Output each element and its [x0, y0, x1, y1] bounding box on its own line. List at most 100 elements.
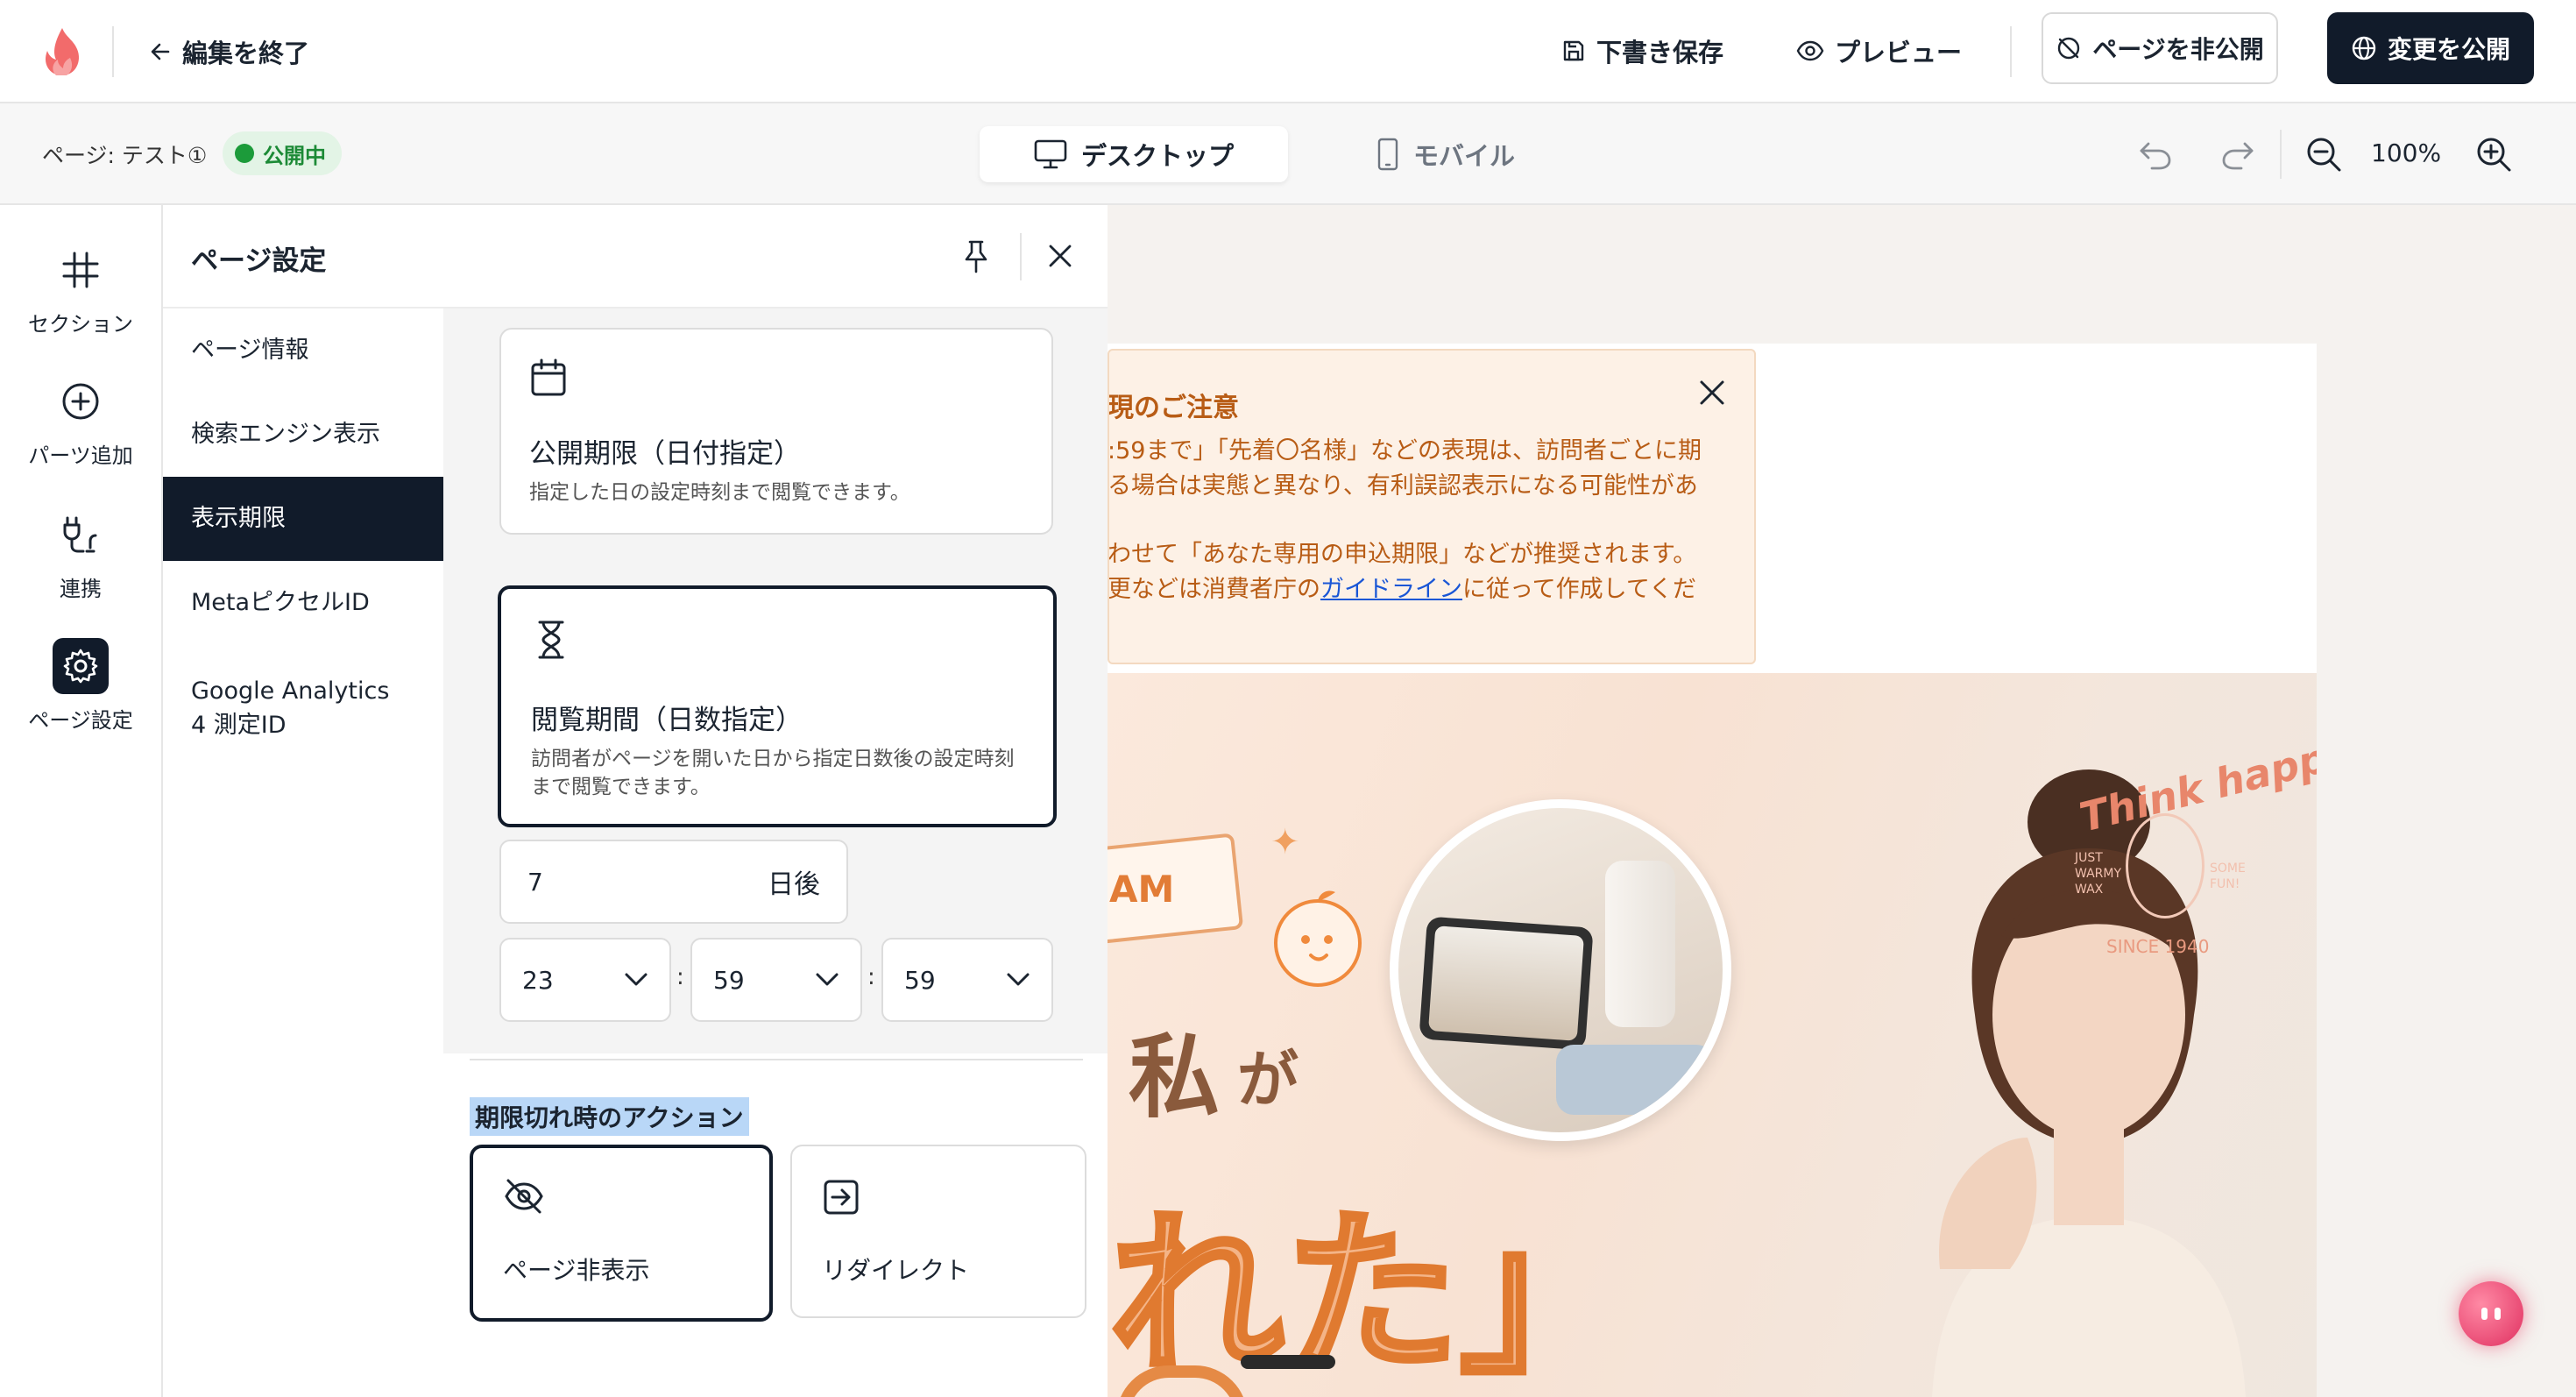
expiry-section-label: 期限切れ時のアクション [470, 1097, 749, 1136]
pin-panel-button[interactable] [952, 231, 1001, 280]
expiry-action-redirect[interactable]: リダイレクト [790, 1145, 1086, 1318]
redo-icon [2220, 138, 2255, 170]
chevron-down-icon [815, 972, 839, 988]
submenu-item-search-engine[interactable]: 検索エンジン表示 [163, 393, 443, 477]
rail-item-label: 連携 [60, 577, 102, 601]
hero-heading-2: れた」 [1108, 1190, 1638, 1397]
time-separator: : [676, 964, 684, 990]
logo-right-text: SOME FUN! [2210, 862, 2246, 892]
rail-item-add-parts[interactable]: パーツ追加 [0, 373, 161, 469]
rail-item-label: ページ設定 [28, 708, 133, 733]
canvas-scroll-handle[interactable] [1241, 1355, 1335, 1369]
app-logo-icon[interactable] [39, 26, 86, 77]
option-description: 訪問者がページを開いた日から指定日数後の設定時刻まで閲覧できます。 [531, 748, 1015, 799]
option-description: 指定した日の設定時刻まで閲覧できます。 [529, 481, 910, 504]
save-draft-label: 下書き保存 [1596, 38, 1724, 67]
globe-icon [2351, 35, 2377, 61]
logo-emblem-icon [2126, 813, 2204, 918]
hour-value: 23 [522, 965, 554, 995]
divider [2280, 130, 2282, 179]
submenu-item-display-period[interactable]: 表示期限 [163, 477, 443, 561]
chat-icon [2481, 1308, 2488, 1320]
rail-item-sections[interactable]: セクション [0, 242, 161, 337]
page-name-label: ページ: テスト① [42, 143, 208, 168]
preview-button[interactable]: プレビュー [1796, 26, 1962, 75]
divider [1020, 233, 1022, 280]
zoom-in-button[interactable] [2469, 130, 2518, 179]
exit-editor-label: 編集を終了 [182, 39, 310, 68]
close-panel-button[interactable] [1036, 231, 1085, 280]
unpublish-page-button[interactable]: ページを非公開 [2042, 12, 2278, 84]
rail-item-integrations[interactable]: 連携 [0, 507, 161, 602]
divider [2010, 26, 2012, 77]
view-desktop-tab[interactable]: デスクトップ [980, 126, 1288, 182]
sparkle-icon: ✦ [1270, 822, 1300, 862]
editor-toolbar: ページ: テスト① 公開中 デスクトップ モバイル 100% [0, 103, 2576, 205]
hero-heading-1b: が [1237, 1044, 1299, 1116]
top-bar: 編集を終了 下書き保存 プレビュー ページを非公開 変更を公開 [0, 0, 2576, 103]
view-desktop-label: デスクトップ [1080, 141, 1234, 171]
zoom-out-icon [2305, 136, 2342, 173]
hero-badge-text: AM [1109, 868, 1175, 911]
option-date-deadline[interactable]: 公開期限（日付指定） 指定した日の設定時刻まで閲覧できます。 [499, 328, 1053, 535]
panel-title: ページ設定 [191, 245, 327, 277]
status-dot [235, 144, 254, 163]
page-settings-panel: ページ設定 ページ情報 検索エンジン表示 表示期限 MetaピクセルID Goo… [163, 205, 1108, 1397]
orange-mascot-icon [1265, 885, 1370, 990]
plug-icon [53, 507, 109, 563]
lifestyle-photo [1390, 799, 1731, 1141]
zoom-out-button[interactable] [2299, 130, 2348, 179]
exit-editor-button[interactable]: 編集を終了 [149, 30, 309, 74]
submenu-item-label: Google Analytics 4 測定ID [191, 677, 390, 739]
notice-text: に従って作成してくだ [1462, 576, 1697, 603]
submenu-item-ga4[interactable]: Google Analytics 4 測定ID [163, 659, 443, 757]
submenu-item-label: ページ情報 [191, 337, 309, 365]
submenu-item-meta-pixel[interactable]: MetaピクセルID [163, 561, 443, 645]
tablet-image [1419, 916, 1594, 1051]
close-notice-button[interactable] [1688, 368, 1737, 417]
redo-button[interactable] [2213, 130, 2262, 179]
zoom-in-icon [2475, 136, 2512, 173]
option-title: 閲覧期間（日数指定） [531, 705, 803, 736]
chat-assistant-button[interactable] [2459, 1281, 2523, 1346]
expiry-action-label: ページ非表示 [503, 1256, 650, 1285]
second-value: 59 [904, 965, 936, 995]
expiry-section: 期限切れ時のアクション ページ非表示 リダイレクト [443, 1053, 1108, 1397]
undo-button[interactable] [2131, 130, 2180, 179]
submenu-item-label: 表示期限 [191, 505, 286, 533]
smartphone-icon [1376, 138, 1399, 171]
towel-image [1556, 1045, 1714, 1115]
minute-value: 59 [713, 965, 745, 995]
option-title: 公開期限（日付指定） [529, 438, 801, 470]
notice-title: 現のご注意 [1108, 393, 1239, 423]
rail-item-label: セクション [28, 312, 133, 337]
eye-icon [1796, 39, 1824, 63]
days-input[interactable]: 7 日後 [499, 840, 848, 924]
option-days-period[interactable]: 閲覧期間（日数指定） 訪問者がページを開いた日から指定日数後の設定時刻まで閲覧で… [498, 585, 1057, 827]
hash-icon [53, 242, 109, 298]
save-icon [1561, 39, 1586, 63]
settings-submenu: ページ情報 検索エンジン表示 表示期限 MetaピクセルID Google An… [163, 308, 443, 1397]
chevron-down-icon [1006, 972, 1030, 988]
submenu-item-page-info[interactable]: ページ情報 [163, 308, 443, 393]
calendar-icon [529, 358, 568, 398]
arrow-left-icon [149, 40, 172, 63]
hourglass-icon [536, 619, 566, 661]
rail-item-page-settings[interactable]: ページ設定 [0, 638, 161, 734]
unpublish-label: ページを非公開 [2092, 35, 2264, 64]
expiry-action-hide[interactable]: ページ非表示 [470, 1145, 773, 1322]
minute-select[interactable]: 59 [690, 938, 862, 1022]
view-mobile-tab[interactable]: モバイル [1358, 126, 1533, 182]
redirect-icon [822, 1178, 860, 1216]
undo-icon [2138, 138, 2173, 170]
hour-select[interactable]: 23 [499, 938, 671, 1022]
days-value: 7 [527, 867, 543, 897]
second-select[interactable]: 59 [881, 938, 1053, 1022]
notice-line: :59まで」「先着〇名様」などの表現は、訪問者ごとに期 [1108, 437, 1702, 464]
guideline-link[interactable]: ガイドライン [1320, 576, 1462, 603]
publish-changes-button[interactable]: 変更を公開 [2327, 12, 2534, 84]
save-draft-button[interactable]: 下書き保存 [1561, 26, 1723, 75]
notice-line: る場合は実態と異なり、有利誤認表示になる可能性があ [1108, 472, 1698, 500]
submenu-item-label: MetaピクセルID [191, 589, 370, 617]
pin-icon [961, 238, 991, 273]
